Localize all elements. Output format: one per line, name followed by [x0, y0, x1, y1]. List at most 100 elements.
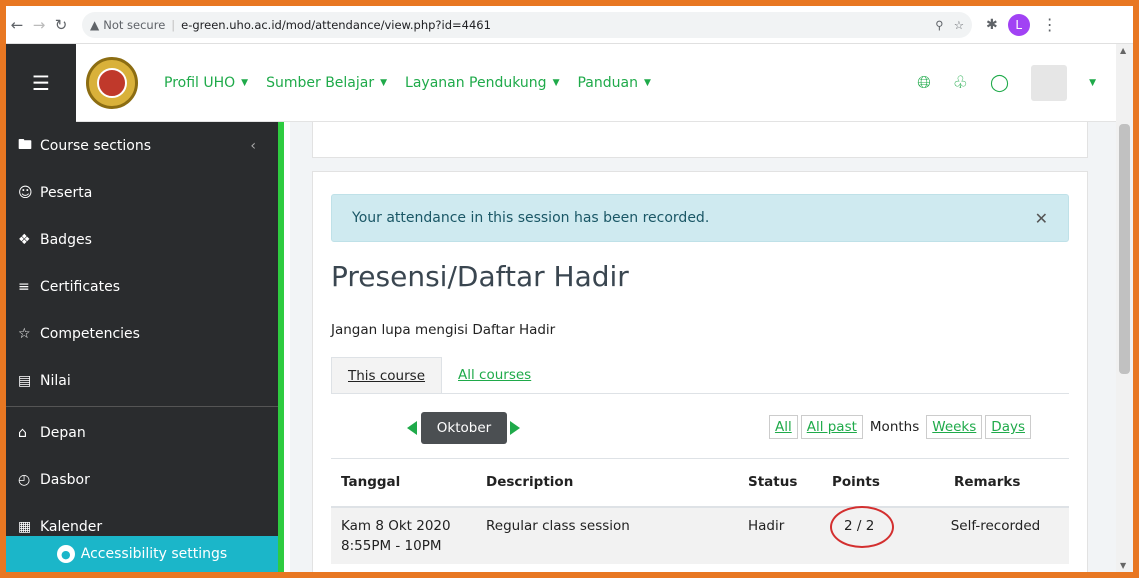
sidebar-item-certificates[interactable]: ≡ Certificates [6, 263, 278, 310]
sidebar-item-label: Course sections [40, 137, 152, 154]
period-months-current: Months [869, 419, 920, 435]
sidebar-item-depan[interactable]: ⌂ Depan [6, 409, 278, 456]
page-title: Presensi/Daftar Hadir [331, 260, 629, 293]
url-text: e-green.uho.ac.id/mod/attendance/view.ph… [181, 17, 491, 32]
sidebar-item-peserta[interactable]: ☺ Peserta [6, 169, 278, 216]
menu-profil-uho[interactable]: Profil UHO ▼ [164, 75, 248, 91]
extensions-icon[interactable]: ✱ [986, 17, 998, 33]
month-tooltip: Oktober [421, 412, 507, 444]
next-month-arrow-icon[interactable] [510, 421, 520, 435]
badge-icon: ❖ [18, 231, 31, 248]
attendance-card: Your attendance in this session has been… [312, 171, 1088, 572]
messages-icon[interactable]: ◯ [990, 73, 1009, 93]
scroll-up-arrow-icon[interactable]: ▲ [1120, 46, 1126, 55]
period-all[interactable]: All [768, 415, 798, 439]
caret-down-icon: ▼ [552, 77, 560, 88]
accessibility-icon: ● [56, 545, 75, 563]
menu-label: Profil UHO [164, 74, 236, 91]
header-remarks: Remarks [922, 458, 1069, 508]
top-card [312, 122, 1088, 158]
menu-panduan[interactable]: Panduan ▼ [577, 75, 650, 91]
bookmark-star-icon[interactable]: ☆ [954, 18, 964, 32]
tab-this-course[interactable]: This course [331, 357, 443, 393]
scroll-thumb[interactable] [1119, 124, 1130, 374]
attendance-recorded-alert: Your attendance in this session has been… [331, 194, 1069, 242]
menu-sumber-belajar[interactable]: Sumber Belajar ▼ [266, 75, 387, 91]
sidebar-item-label: Nilai [40, 372, 71, 389]
certificate-icon: ≡ [18, 278, 30, 295]
star-icon: ☆ [18, 325, 31, 342]
tab-all-courses[interactable]: All courses [442, 357, 547, 393]
reload-icon[interactable]: ↻ [50, 14, 72, 36]
menu-label: Panduan [577, 74, 638, 91]
accessibility-label: Accessibility settings [80, 546, 228, 562]
menu-layanan-pendukung[interactable]: Layanan Pendukung ▼ [405, 75, 559, 91]
sidebar-divider [6, 406, 278, 407]
main-content: Your attendance in this session has been… [290, 122, 1116, 572]
sidebar-item-label: Peserta [40, 184, 93, 201]
menu-label: Sumber Belajar [266, 74, 375, 91]
zoom-icon[interactable]: ⚲ [935, 18, 943, 32]
back-icon[interactable]: ← [6, 14, 28, 36]
navbar-right: 🌐︎ ♧ ◯ ▼ [917, 64, 1096, 101]
left-sidebar: 🖿 Course sections ‹ ☺ Peserta ❖ Badges ≡… [6, 122, 284, 572]
calendar-icon: ▦ [18, 518, 32, 535]
hamburger-menu-icon[interactable]: ☰ [6, 43, 76, 122]
highlight-circle [830, 505, 894, 548]
home-icon: ⌂ [18, 424, 27, 441]
alert-message: Your attendance in this session has been… [352, 210, 710, 226]
close-icon[interactable]: ✕ [1035, 209, 1048, 228]
uho-logo[interactable] [86, 56, 138, 109]
period-filters: All All past Months Weeks Days [768, 415, 1031, 439]
period-days[interactable]: Days [985, 415, 1031, 439]
user-menu-caret-icon[interactable]: ▼ [1089, 78, 1096, 88]
prev-month-arrow-icon[interactable] [407, 421, 417, 435]
caret-down-icon: ▼ [380, 77, 388, 88]
caret-down-icon: ▼ [643, 77, 651, 88]
sidebar-item-badges[interactable]: ❖ Badges [6, 216, 278, 263]
forward-icon[interactable]: → [28, 14, 50, 36]
folder-icon: 🖿 [18, 136, 32, 153]
intro-text: Jangan lupa mengisi Daftar Hadir [331, 322, 556, 338]
sidebar-item-competencies[interactable]: ☆ Competencies [6, 310, 278, 357]
scroll-down-arrow-icon[interactable]: ▼ [1120, 561, 1126, 570]
sidebar-item-dasbor[interactable]: ◴ Dasbor [6, 456, 278, 503]
cell-description: Regular class session [476, 506, 738, 564]
course-tabs: This course All courses [331, 357, 1069, 394]
table-row: Kam 8 Okt 2020 8:55PM - 10PM Regular cla… [331, 505, 1069, 564]
header-points: Points [822, 458, 922, 508]
header-tanggal: Tanggal [331, 458, 476, 508]
period-controls: Oktober All All past Months Weeks Days [331, 412, 1069, 444]
collapse-chevron-icon[interactable]: ‹ [250, 138, 256, 154]
sidebar-item-nilai[interactable]: ▤ Nilai [6, 357, 278, 404]
language-globe-icon[interactable]: 🌐︎ [917, 73, 931, 93]
table-header-row: Tanggal Description Status Points Remark… [331, 458, 1069, 508]
users-icon: ☺ [18, 184, 33, 201]
user-avatar[interactable] [1031, 64, 1068, 101]
sidebar-item-course-sections[interactable]: 🖿 Course sections ‹ [6, 122, 278, 169]
notification-bell-icon[interactable]: ♧ [953, 73, 968, 93]
cell-points: 2 / 2 [822, 505, 922, 564]
page-scrollbar[interactable]: ▲ ▼ [1116, 44, 1133, 572]
cell-status: Hadir [738, 506, 822, 564]
url-separator: | [171, 17, 176, 32]
site-navbar: ☰ Profil UHO ▼ Sumber Belajar ▼ Layanan Pe… [6, 43, 1116, 122]
period-weeks[interactable]: Weeks [926, 415, 983, 439]
sidebar-item-label: Kalender [40, 518, 103, 535]
browser-menu-icon[interactable]: ⋮ [1042, 15, 1058, 34]
sidebar-item-label: Dasbor [40, 471, 90, 488]
accessibility-settings-button[interactable]: ● Accessibility settings [6, 536, 278, 572]
period-all-past[interactable]: All past [800, 415, 863, 439]
header-description: Description [476, 458, 738, 508]
not-secure-label: Not secure [103, 17, 166, 32]
menu-label: Layanan Pendukung [405, 74, 547, 91]
screenshot-frame: ← → ↻ ▲ Not secure | e-green.uho.ac.id/m… [6, 6, 1133, 572]
sidebar-item-label: Badges [40, 231, 92, 248]
date-line-2: 8:55PM - 10PM [341, 537, 442, 554]
attendance-table: Tanggal Description Status Points Remark… [331, 458, 1069, 564]
sidebar-item-label: Certificates [40, 278, 121, 295]
browser-toolbar: ← → ↻ ▲ Not secure | e-green.uho.ac.id/m… [6, 6, 1133, 44]
address-bar[interactable]: ▲ Not secure | e-green.uho.ac.id/mod/att… [82, 11, 972, 38]
browser-profile-avatar[interactable]: L [1007, 13, 1030, 36]
cell-date: Kam 8 Okt 2020 8:55PM - 10PM [331, 506, 476, 564]
